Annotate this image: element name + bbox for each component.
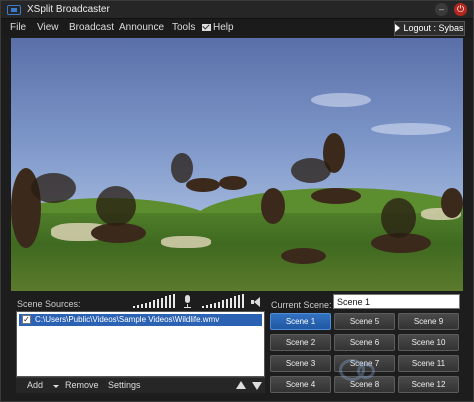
preview-bird — [91, 223, 146, 243]
mic-volume-bar — [133, 306, 135, 308]
mic-base — [184, 307, 191, 308]
menu-help[interactable]: Help — [202, 22, 234, 33]
mic-volume-bar — [149, 302, 151, 308]
remove-source-button[interactable]: Remove — [65, 380, 99, 390]
app-window: XSplit Broadcaster – ⏻ File View Broadca… — [0, 0, 474, 402]
speaker-volume-bar — [238, 295, 240, 308]
play-triangle-icon — [395, 24, 401, 32]
title-bar: XSplit Broadcaster – ⏻ — [1, 1, 473, 19]
speaker-volume-bar — [218, 302, 220, 308]
mic-volume-bar — [165, 296, 167, 308]
scene-6-button[interactable]: Scene 6 — [334, 334, 395, 351]
watermark-logo — [339, 357, 459, 383]
preview-bird — [186, 178, 220, 192]
source-path: C:\Users\Public\Videos\Sample Videos\Wil… — [35, 315, 220, 324]
add-dropdown-caret-icon[interactable] — [53, 385, 59, 388]
current-scene-label: Current Scene: — [271, 300, 332, 310]
menu-view[interactable]: View — [37, 22, 59, 33]
preview-bird-wing — [96, 186, 136, 226]
mic-volume-bar — [157, 299, 159, 308]
preview-bird — [441, 188, 463, 218]
preview-bird — [311, 188, 361, 204]
speaker-volume-bar — [222, 300, 224, 308]
list-item[interactable]: ✓ C:\Users\Public\Videos\Sample Videos\W… — [19, 314, 262, 326]
preview-bird — [219, 176, 247, 190]
speaker-cone — [254, 297, 260, 307]
source-visible-checkbox[interactable]: ✓ — [22, 315, 31, 324]
scene-10-button[interactable]: Scene 10 — [398, 334, 459, 351]
microphone-icon[interactable] — [183, 295, 191, 309]
minimize-button[interactable]: – — [435, 3, 448, 16]
mic-volume-bar — [141, 304, 143, 308]
menu-broadcast[interactable]: Broadcast — [69, 22, 114, 33]
speaker-volume-bar — [226, 299, 228, 308]
speaker-volume-meter[interactable] — [202, 294, 246, 308]
preview-cloud — [311, 93, 371, 107]
logout-button[interactable]: Logout : Sybas — [394, 21, 465, 36]
speaker-volume-bar — [234, 296, 236, 308]
scene-1-button[interactable]: Scene 1 — [270, 313, 331, 330]
scene-9-button[interactable]: Scene 9 — [398, 313, 459, 330]
speaker-volume-bar — [242, 294, 244, 308]
mic-volume-bar — [161, 298, 163, 308]
scene-3-button[interactable]: Scene 3 — [270, 355, 331, 372]
move-down-icon[interactable] — [252, 382, 262, 390]
scene-2-button[interactable]: Scene 2 — [270, 334, 331, 351]
speaker-volume-bar — [206, 305, 208, 308]
logout-label: Logout : Sybas — [403, 23, 464, 33]
scene-4-button[interactable]: Scene 4 — [270, 376, 331, 393]
preview-bird-wing — [291, 158, 331, 183]
mic-volume-bar — [153, 300, 155, 308]
scene-5-button[interactable]: Scene 5 — [334, 313, 395, 330]
window-title: XSplit Broadcaster — [27, 4, 110, 15]
mail-icon — [202, 24, 211, 31]
menu-help-label: Help — [213, 22, 234, 33]
add-source-button[interactable]: Add — [27, 380, 43, 390]
menu-tools[interactable]: Tools — [172, 22, 195, 33]
current-scene-input[interactable] — [333, 294, 460, 309]
mic-head — [185, 295, 190, 303]
preview-bird — [261, 188, 285, 224]
preview-sand — [161, 236, 211, 248]
speaker-volume-bar — [202, 306, 204, 308]
speaker-icon[interactable] — [251, 296, 261, 308]
speaker-volume-bar — [214, 303, 216, 308]
menu-bar: File View Broadcast Announce Tools Help … — [1, 19, 473, 37]
preview-bird-wing — [171, 153, 193, 183]
mic-volume-bar — [137, 305, 139, 308]
mic-volume-bar — [173, 294, 175, 308]
menu-announce[interactable]: Announce — [119, 22, 164, 33]
speaker-volume-bar — [230, 298, 232, 308]
menu-file[interactable]: File — [10, 22, 26, 33]
scene-sources-list[interactable]: ✓ C:\Users\Public\Videos\Sample Videos\W… — [16, 311, 265, 377]
speaker-volume-bar — [210, 304, 212, 308]
scene-sources-label: Scene Sources: — [17, 299, 81, 309]
preview-bird-wing — [31, 173, 76, 203]
sources-toolbar: Add Remove Settings — [16, 377, 265, 393]
mic-volume-meter[interactable] — [133, 294, 177, 308]
preview-cloud — [371, 123, 451, 135]
watermark-ring — [357, 363, 375, 379]
move-up-icon[interactable] — [236, 381, 246, 389]
close-button[interactable]: ⏻ — [454, 3, 467, 16]
preview-bird — [281, 248, 326, 264]
mic-volume-bar — [145, 303, 147, 308]
mic-volume-bar — [169, 295, 171, 308]
source-settings-button[interactable]: Settings — [108, 380, 141, 390]
video-preview[interactable] — [11, 38, 463, 291]
app-logo-icon — [7, 5, 21, 15]
preview-bird-wing — [381, 198, 416, 238]
